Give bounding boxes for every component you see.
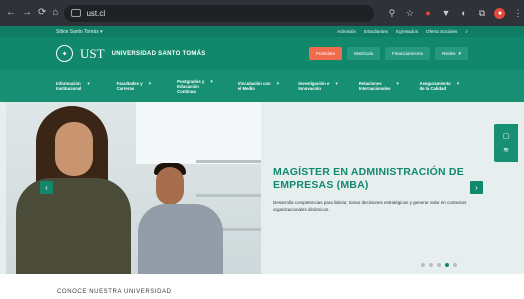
header-actions: Postúlate Matrícula Financiamiento Redes… xyxy=(308,47,468,60)
nav-item-vinculacion[interactable]: Vinculación con el Medio ▾ xyxy=(238,81,287,91)
bookmark-star-icon[interactable]: ☆ xyxy=(404,8,415,19)
carousel-dot[interactable] xyxy=(429,263,433,267)
chevron-down-icon: ▾ xyxy=(148,81,152,87)
utility-links: Admisión Estudiantes Egresados Oferta So… xyxy=(337,29,468,34)
hero-carousel: ‹ MAGÍSTER EN ADMINISTRACIÓN DE EMPRESAS… xyxy=(0,102,524,274)
nav-item-informacion[interactable]: Información Institucional ▾ xyxy=(56,81,105,91)
utility-bar: Sitios Santo Tomás ▾ Admisión Estudiante… xyxy=(0,26,524,37)
nav-label: Vinculación con el Medio xyxy=(237,81,271,91)
carousel-dot[interactable] xyxy=(421,263,425,267)
carousel-dot-active[interactable] xyxy=(445,263,449,267)
extension-v-icon[interactable]: ▼ xyxy=(440,8,451,19)
nav-label: Información Institucional xyxy=(56,81,82,91)
menu-icon[interactable]: ⋮ xyxy=(512,8,523,19)
redes-label: Redes xyxy=(442,51,456,56)
zoom-icon[interactable]: ⚲ xyxy=(386,8,397,19)
reload-icon[interactable]: ⟳ xyxy=(38,7,46,19)
util-search-icon[interactable]: ⌕ xyxy=(465,29,468,34)
nav-item-investigacion[interactable]: Investigación e Innovación ▾ xyxy=(298,81,347,91)
matricula-button[interactable]: Matrícula xyxy=(347,47,381,60)
sites-selector[interactable]: Sitios Santo Tomás ▾ xyxy=(56,29,103,35)
floating-side-tab: ▢ ≋ xyxy=(494,124,518,162)
util-link-oferta[interactable]: Oferta Sociales xyxy=(426,29,457,34)
forward-icon[interactable]: → xyxy=(22,7,32,19)
chevron-down-icon: ▾ xyxy=(396,81,399,87)
hero-description: Desarrolla competencias para liderar, to… xyxy=(273,200,467,212)
extension-moon-icon[interactable]: ◐ xyxy=(458,8,469,19)
nav-label: Relaciones Internacionales xyxy=(358,81,391,91)
chevron-down-icon: ▾ xyxy=(458,50,461,57)
main-navigation: Información Institucional ▾ Facultades y … xyxy=(0,70,524,102)
university-name: UNIVERSIDAD SANTO TOMÁS xyxy=(111,50,206,57)
back-icon[interactable]: ← xyxy=(6,7,16,19)
logo-seal-icon: ✦ xyxy=(56,45,73,62)
nav-item-postgrados[interactable]: Postgrados y Educación Continua ▾ xyxy=(177,79,226,94)
redes-button[interactable]: Redes ▾ xyxy=(435,47,468,60)
browser-actions: ⚲ ☆ ● ▼ ◐ ⧉ ● ⋮ xyxy=(386,7,523,19)
chevron-down-icon: ▾ xyxy=(276,81,280,87)
site-header: ✦ UST UNIVERSIDAD SANTO TOMÁS Postúlate … xyxy=(0,37,524,70)
extension-red-icon[interactable]: ● xyxy=(422,8,433,19)
browser-toolbar: ← → ⟳ ⌂ ust.cl ⚲ ☆ ● ▼ ◐ ⧉ ● ⋮ xyxy=(0,0,524,26)
carousel-next-button[interactable]: › xyxy=(470,181,483,194)
chevron-down-icon: ▾ xyxy=(335,81,338,87)
util-link-estudiantes[interactable]: Estudiantes xyxy=(364,29,388,34)
chevron-down-icon: ▾ xyxy=(210,78,213,85)
nav-item-facultades[interactable]: Facultades y Carreras ▾ xyxy=(117,81,166,91)
util-link-admision[interactable]: Admisión xyxy=(337,29,356,34)
nav-label: Postgrados y Educación Continua xyxy=(177,78,205,94)
nav-item-relaciones[interactable]: Relaciones Internacionales ▾ xyxy=(359,81,408,91)
hero-title: MAGÍSTER EN ADMINISTRACIÓN DE EMPRESAS (… xyxy=(273,166,464,191)
page: ← → ⟳ ⌂ ust.cl ⚲ ☆ ● ▼ ◐ ⧉ ● ⋮ Sitios Sa… xyxy=(0,0,524,299)
nav-item-aseguramiento[interactable]: Aseguramiento de la Calidad ▾ xyxy=(419,81,468,91)
carousel-prev-button[interactable]: ‹ xyxy=(40,181,53,194)
chevron-down-icon: ▾ xyxy=(456,81,460,87)
hero-content: MAGÍSTER EN ADMINISTRACIÓN DE EMPRESAS (… xyxy=(273,166,473,213)
url-text[interactable]: ust.cl xyxy=(86,9,105,18)
carousel-dots xyxy=(421,263,457,267)
site-logo[interactable]: ✦ UST UNIVERSIDAD SANTO TOMÁS xyxy=(56,45,206,62)
section-title: CONOCE NUESTRA UNIVERSIDAD xyxy=(57,289,172,295)
postulate-button[interactable]: Postúlate xyxy=(308,47,343,60)
home-icon[interactable]: ⌂ xyxy=(52,7,58,19)
extensions-icon[interactable]: ⧉ xyxy=(476,8,487,19)
chat-icon[interactable]: ▢ xyxy=(503,132,510,140)
sites-selector-label: Sitios Santo Tomás xyxy=(56,28,99,35)
nav-label: Investigación e Innovación xyxy=(298,81,330,91)
accessibility-icon[interactable]: ≋ xyxy=(503,146,509,154)
site-info-icon[interactable] xyxy=(71,9,82,17)
nav-label: Aseguramiento de la Calidad xyxy=(419,81,451,91)
nav-label: Facultades y Carreras xyxy=(116,81,143,91)
carousel-dot[interactable] xyxy=(453,263,457,267)
address-bar[interactable]: ust.cl xyxy=(64,4,375,22)
chevron-down-icon: ▾ xyxy=(87,81,90,87)
profile-avatar-icon[interactable]: ● xyxy=(494,7,506,19)
section-area: CONOCE NUESTRA UNIVERSIDAD xyxy=(0,274,524,299)
financiamiento-button[interactable]: Financiamiento xyxy=(385,47,431,60)
util-link-egresados[interactable]: Egresados xyxy=(396,29,418,34)
carousel-dot[interactable] xyxy=(437,263,441,267)
logo-text: UST xyxy=(80,45,105,61)
